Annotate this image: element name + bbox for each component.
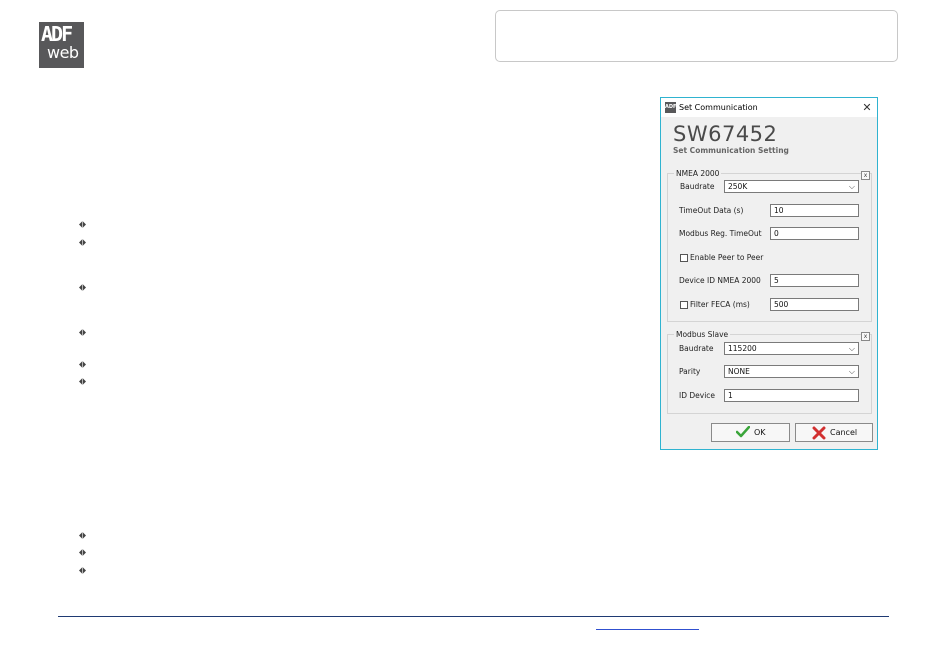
nmea-baudrate-value: 250K bbox=[728, 182, 748, 191]
enable-peer-label: Enable Peer to Peer bbox=[690, 253, 764, 262]
dialog-title: Set Communication bbox=[679, 103, 758, 112]
nmea2000-legend: NMEA 2000 bbox=[674, 168, 722, 179]
bullet-icon bbox=[78, 328, 87, 337]
adfweb-logo: ADF web bbox=[39, 22, 84, 68]
cross-icon bbox=[812, 426, 826, 446]
bullet-icon bbox=[78, 377, 87, 386]
timeout-data-input[interactable]: 10 bbox=[770, 204, 859, 217]
bullet-icon bbox=[78, 548, 87, 557]
app-icon: ADF bbox=[665, 102, 676, 113]
parity-value: NONE bbox=[728, 367, 750, 376]
nmea-baudrate-select[interactable]: 250K ⌵ bbox=[724, 180, 859, 193]
timeout-data-label: TimeOut Data (s) bbox=[679, 206, 744, 215]
bullet-icon bbox=[78, 531, 87, 540]
modbus-timeout-input[interactable]: 0 bbox=[770, 227, 859, 240]
id-device-value: 1 bbox=[728, 391, 733, 400]
header-box bbox=[495, 10, 898, 62]
modbus-slave-legend: Modbus Slave bbox=[674, 329, 731, 340]
chevron-down-icon: ⌵ bbox=[848, 182, 855, 191]
ok-button[interactable]: OK bbox=[711, 423, 790, 442]
dialog-titlebar: ADF Set Communication ✕ bbox=[661, 98, 877, 117]
timeout-data-value: 10 bbox=[774, 206, 784, 215]
device-id-label: Device ID NMEA 2000 bbox=[679, 276, 761, 285]
bullet-icon bbox=[78, 238, 87, 247]
parity-label: Parity bbox=[679, 367, 701, 376]
filter-feca-label: Filter FECA (ms) bbox=[690, 300, 750, 309]
cancel-label: Cancel bbox=[830, 428, 858, 437]
bullet-icon bbox=[78, 220, 87, 229]
group-collapse-icon[interactable]: x bbox=[861, 332, 870, 341]
cancel-button[interactable]: Cancel bbox=[795, 423, 873, 442]
modbus-baudrate-label: Baudrate bbox=[679, 344, 714, 353]
bullet-icon bbox=[78, 360, 87, 369]
device-id-input[interactable]: 5 bbox=[770, 274, 859, 287]
footer-link[interactable] bbox=[596, 619, 699, 630]
bullet-icon bbox=[78, 283, 87, 292]
logo-line-2: web bbox=[47, 43, 79, 62]
check-icon bbox=[735, 425, 751, 444]
chevron-down-icon: ⌵ bbox=[848, 344, 855, 353]
modbus-timeout-value: 0 bbox=[774, 229, 779, 238]
footer-divider bbox=[58, 616, 889, 617]
enable-peer-checkbox[interactable] bbox=[680, 254, 688, 262]
close-icon[interactable]: ✕ bbox=[861, 98, 873, 117]
id-device-input[interactable]: 1 bbox=[724, 389, 859, 402]
nmea-baudrate-label: Baudrate bbox=[680, 182, 715, 191]
set-communication-dialog: ADF Set Communication ✕ SW67452 Set Comm… bbox=[660, 97, 878, 450]
dialog-subtitle: Set Communication Setting bbox=[673, 146, 789, 155]
parity-select[interactable]: NONE ⌵ bbox=[724, 365, 859, 378]
modbus-baudrate-select[interactable]: 115200 ⌵ bbox=[724, 342, 859, 355]
id-device-label: ID Device bbox=[679, 391, 716, 400]
filter-feca-checkbox[interactable] bbox=[680, 301, 688, 309]
modbus-timeout-label: Modbus Reg. TimeOut bbox=[679, 229, 762, 238]
filter-feca-input[interactable]: 500 bbox=[770, 298, 859, 311]
group-collapse-icon[interactable]: x bbox=[861, 171, 870, 180]
ok-label: OK bbox=[754, 428, 766, 437]
bullet-icon bbox=[78, 566, 87, 575]
modbus-baudrate-value: 115200 bbox=[728, 344, 757, 353]
device-id-value: 5 bbox=[774, 276, 779, 285]
filter-feca-value: 500 bbox=[774, 300, 789, 309]
product-code: SW67452 bbox=[673, 122, 778, 146]
chevron-down-icon: ⌵ bbox=[848, 367, 855, 376]
